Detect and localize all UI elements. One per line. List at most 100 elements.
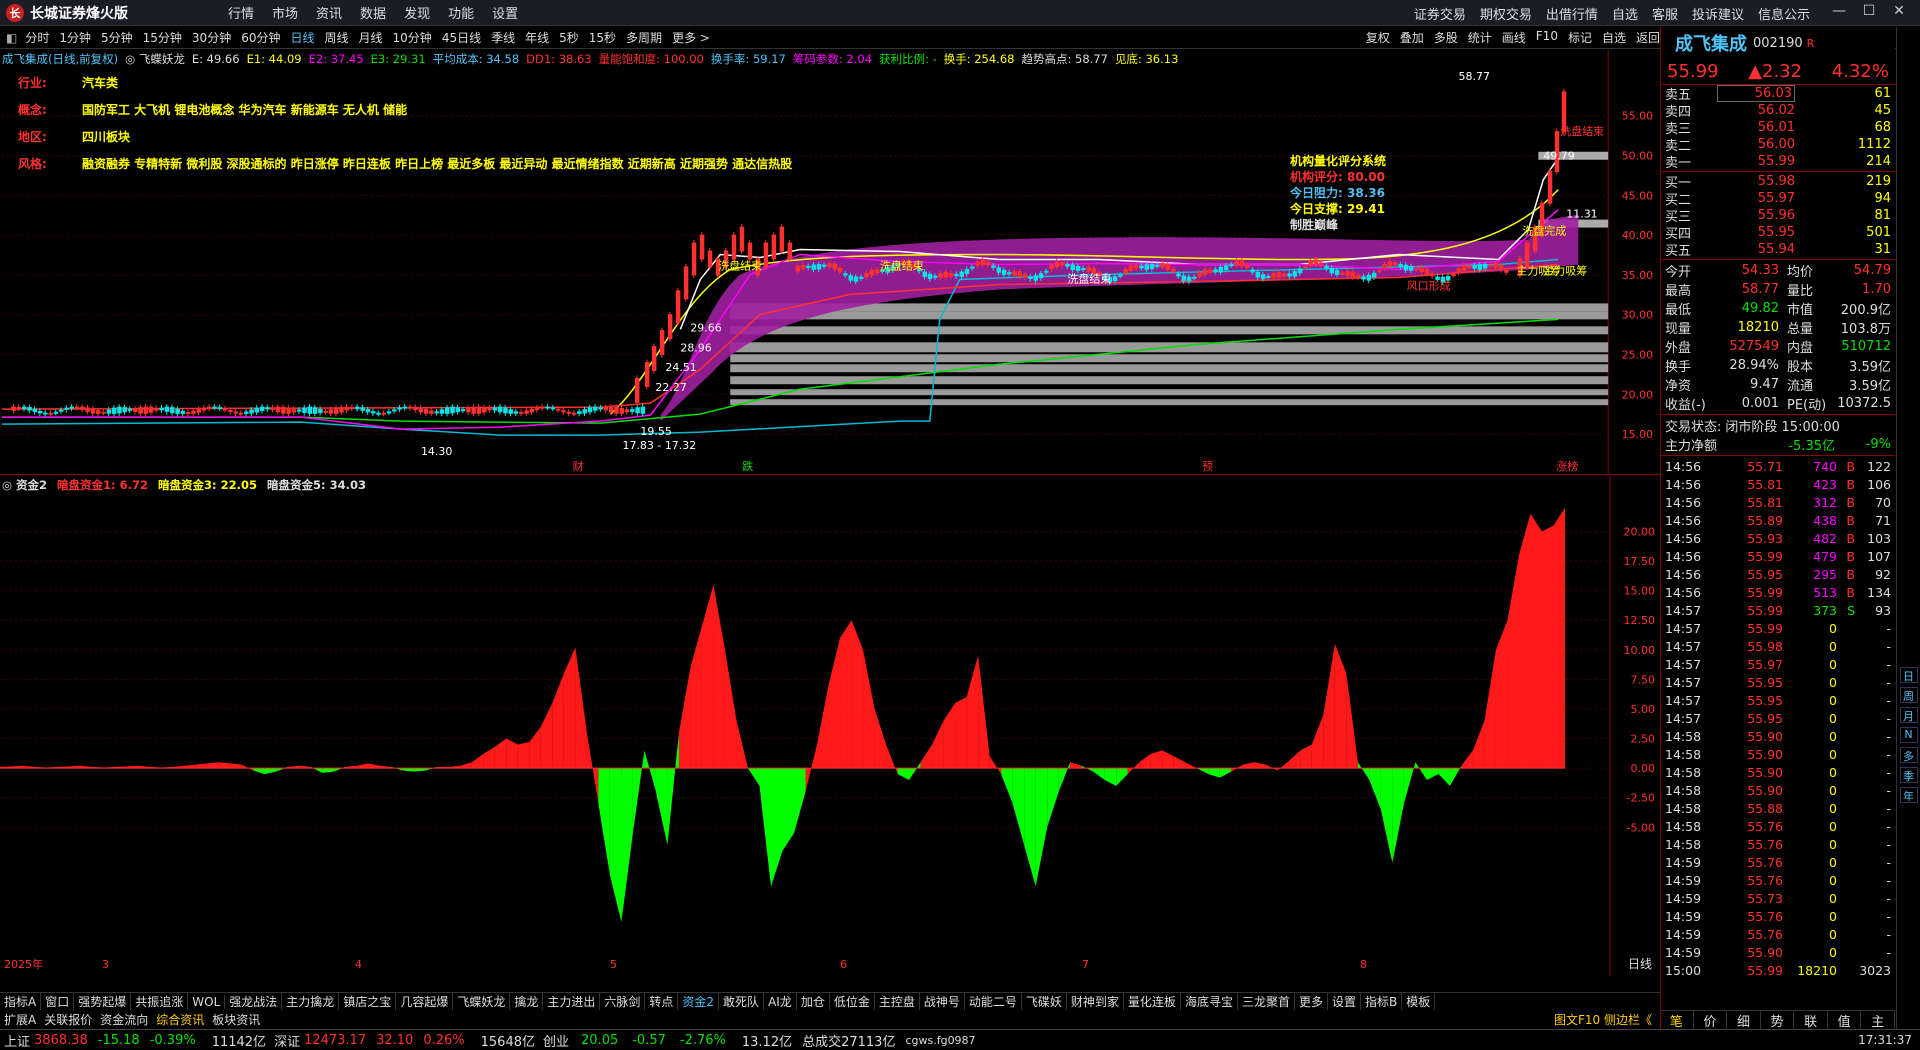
- ask-row[interactable]: 卖二 56.00 1112: [1661, 136, 1895, 154]
- indicator-tab-7[interactable]: 镇店之宝: [339, 993, 397, 1010]
- indicator-tab-21[interactable]: 动能二号: [965, 993, 1022, 1010]
- tick-list[interactable]: 14:56 55.71 740 B 122 14:56 55.81 423 B 106 14:56 5…: [1661, 457, 1895, 979]
- indicator-tab-23[interactable]: 财神到家: [1067, 993, 1124, 1010]
- side-period-1[interactable]: 周: [1899, 687, 1918, 703]
- tool-6[interactable]: 标记: [1568, 29, 1592, 46]
- period-3[interactable]: 15分钟: [143, 29, 182, 46]
- ext-tab-4[interactable]: 板块资讯: [208, 1011, 264, 1028]
- right-menu-4[interactable]: 客服: [1652, 4, 1678, 23]
- tool-3[interactable]: 统计: [1468, 29, 1492, 46]
- ext-tab-1[interactable]: 关联报价: [40, 1011, 96, 1028]
- period-4[interactable]: 30分钟: [192, 29, 231, 46]
- event-marker[interactable]: 预: [1202, 460, 1213, 473]
- indicator-tab-18[interactable]: 低位金: [830, 993, 875, 1010]
- maximize-icon[interactable]: ☐: [1854, 3, 1884, 19]
- side-period-5[interactable]: 季: [1899, 767, 1918, 783]
- indicator-tab-19[interactable]: 主控盘: [875, 993, 920, 1010]
- bid-row[interactable]: 买四 55.95 501: [1661, 224, 1895, 242]
- period-13[interactable]: 5秒: [559, 29, 579, 46]
- indicator-tab-22[interactable]: 飞碟妖: [1022, 993, 1067, 1010]
- ext-tab-2[interactable]: 资金流向: [96, 1011, 152, 1028]
- tool-0[interactable]: 复权: [1366, 29, 1390, 46]
- right-menu-0[interactable]: 证券交易: [1414, 4, 1466, 23]
- tool-8[interactable]: 返回: [1636, 29, 1660, 46]
- fund-chart[interactable]: 20.00 17.50 15.00 12.50 10.00 7.50 5.00 2.50 0.0…: [0, 476, 1660, 976]
- menu-0[interactable]: 行情: [228, 3, 254, 22]
- indicator-tab-28[interactable]: 设置: [1328, 993, 1361, 1010]
- side-period-0[interactable]: 日: [1899, 667, 1918, 683]
- kline-chart[interactable]: 55.00 50.00 45.00 40.00 35.00 30.00 25.00 20.00…: [0, 50, 1660, 475]
- period-12[interactable]: 年线: [525, 29, 549, 46]
- ext-tab-0[interactable]: 扩展A: [0, 1011, 40, 1028]
- menu-5[interactable]: 功能: [448, 3, 474, 22]
- period-6[interactable]: 日线: [290, 29, 314, 46]
- bid-row[interactable]: 买五 55.94 31: [1661, 241, 1895, 259]
- detail-tab-2[interactable]: 细: [1727, 1010, 1761, 1030]
- cy-name[interactable]: 创业: [543, 1031, 569, 1050]
- period-11[interactable]: 季线: [491, 29, 515, 46]
- ask-row[interactable]: 卖四 56.02 45: [1661, 102, 1895, 120]
- indicator-tab-27[interactable]: 更多: [1295, 993, 1328, 1010]
- indicator-tab-11[interactable]: 主力进出: [543, 993, 601, 1010]
- detail-tab-5[interactable]: 值: [1828, 1010, 1862, 1030]
- side-period-2[interactable]: 月: [1899, 707, 1918, 723]
- layout-toggle-icon[interactable]: ◧: [6, 31, 17, 45]
- indicator-tab-16[interactable]: AI龙: [764, 993, 797, 1010]
- period-0[interactable]: 分时: [25, 29, 49, 46]
- indicator-tab-1[interactable]: 窗口: [41, 993, 75, 1010]
- indicator-tab-15[interactable]: 敢死队: [719, 993, 765, 1010]
- menu-6[interactable]: 设置: [492, 3, 518, 22]
- period-2[interactable]: 5分钟: [101, 29, 133, 46]
- detail-tab-3[interactable]: 势: [1761, 1010, 1795, 1030]
- indicator-tab-5[interactable]: 强龙战法: [225, 993, 283, 1010]
- detail-tab-1[interactable]: 价: [1694, 1010, 1728, 1030]
- ask-row[interactable]: 卖五 56.03 61: [1661, 85, 1895, 103]
- detail-tab-6[interactable]: 主: [1861, 1010, 1896, 1030]
- menu-4[interactable]: 发现: [404, 3, 430, 22]
- indicator-tab-25[interactable]: 海底寻宝: [1181, 993, 1238, 1010]
- tool-1[interactable]: 叠加: [1400, 29, 1424, 46]
- period-16[interactable]: 更多 >: [672, 29, 710, 46]
- event-marker[interactable]: 涨榜: [1556, 459, 1578, 473]
- indicator-tab-0[interactable]: 指标A: [0, 993, 42, 1010]
- tool-5[interactable]: F10: [1536, 29, 1558, 46]
- side-period-4[interactable]: 多: [1899, 747, 1918, 763]
- indicator-tab-30[interactable]: 模板: [1402, 993, 1436, 1010]
- detail-tab-0[interactable]: 笔: [1660, 1010, 1694, 1030]
- indicator-tab-12[interactable]: 六脉剑: [600, 993, 646, 1010]
- side-period-3[interactable]: N: [1899, 727, 1918, 743]
- indicator-tab-14[interactable]: 资金2: [678, 993, 720, 1010]
- tool-4[interactable]: 画线: [1502, 29, 1526, 46]
- indicator-tab-9[interactable]: 飞蝶妖龙: [453, 993, 511, 1010]
- menu-3[interactable]: 数据: [360, 3, 386, 22]
- indicator-tab-4[interactable]: WOL: [188, 994, 226, 1009]
- detail-tab-4[interactable]: 联: [1794, 1010, 1828, 1030]
- right-menu-5[interactable]: 投诉建议: [1692, 4, 1744, 23]
- indicator-tab-20[interactable]: 战神号: [920, 993, 965, 1010]
- event-marker[interactable]: 财: [573, 459, 584, 473]
- sz-name[interactable]: 深证: [274, 1031, 300, 1050]
- right-menu-1[interactable]: 期权交易: [1480, 4, 1532, 23]
- ext-tab-3[interactable]: 综合资讯: [152, 1011, 208, 1028]
- indicator-tab-17[interactable]: 加仓: [797, 993, 830, 1010]
- right-menu-3[interactable]: 自选: [1612, 4, 1638, 23]
- period-15[interactable]: 多周期: [626, 29, 662, 46]
- menu-1[interactable]: 市场: [272, 3, 298, 22]
- bid-row[interactable]: 买一 55.98 219: [1661, 173, 1895, 191]
- indicator-tab-6[interactable]: 主力擒龙: [282, 993, 340, 1010]
- right-menu-2[interactable]: 出借行情: [1546, 4, 1598, 23]
- period-8[interactable]: 月线: [359, 29, 383, 46]
- indicator-tab-10[interactable]: 擒龙: [510, 993, 544, 1010]
- sh-name[interactable]: 上证: [4, 1031, 30, 1050]
- period-14[interactable]: 15秒: [589, 29, 616, 46]
- period-1[interactable]: 1分钟: [59, 29, 91, 46]
- menu-2[interactable]: 资讯: [316, 3, 342, 22]
- period-7[interactable]: 周线: [325, 29, 349, 46]
- tool-2[interactable]: 多股: [1434, 29, 1458, 46]
- minimize-icon[interactable]: —: [1824, 3, 1854, 19]
- side-period-6[interactable]: 年: [1899, 787, 1918, 803]
- indicator-tab-26[interactable]: 三龙聚首: [1238, 993, 1295, 1010]
- indicator-tab-13[interactable]: 转点: [645, 993, 679, 1010]
- indicator-tab-24[interactable]: 量化连板: [1124, 993, 1181, 1010]
- period-5[interactable]: 60分钟: [241, 29, 280, 46]
